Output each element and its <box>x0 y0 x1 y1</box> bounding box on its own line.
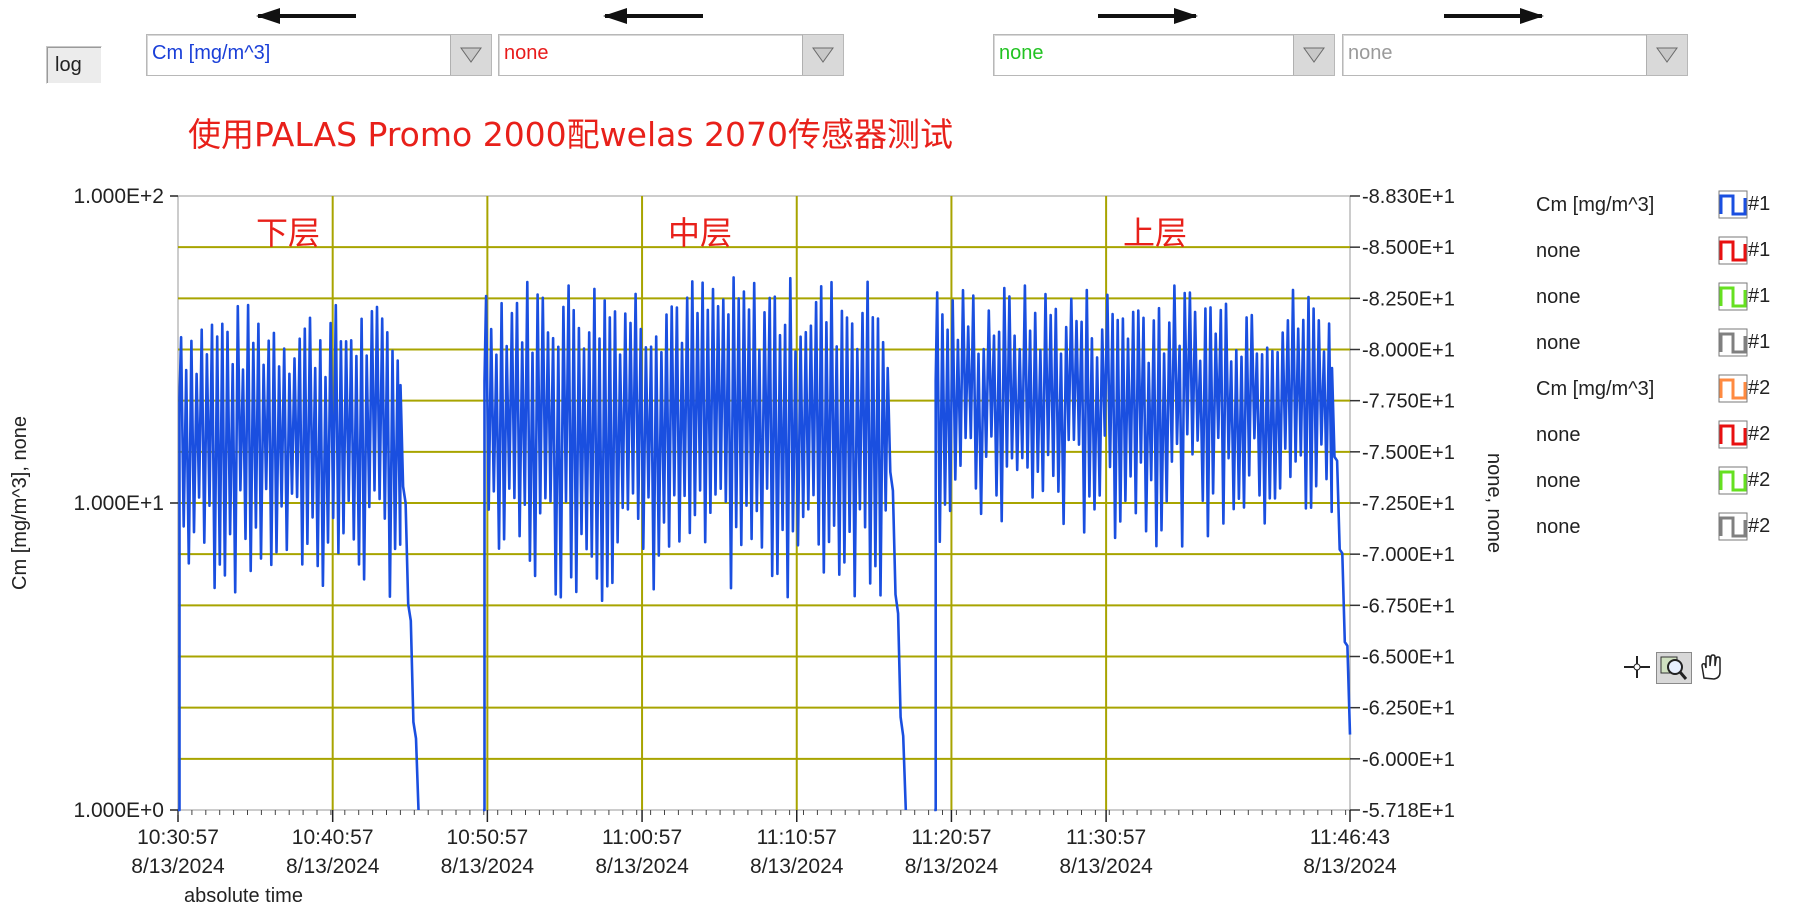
y2-tick-label: -5.718E+1 <box>1362 800 1455 822</box>
combo-value: none <box>504 42 549 64</box>
x-tick-time: 10:50:57 <box>446 826 528 849</box>
pan-hand-icon[interactable] <box>1694 652 1728 682</box>
legend-label: none <box>1536 424 1581 446</box>
legend-label: Cm [mg/m^3] <box>1536 378 1655 400</box>
legend-plot-suffix: #2 <box>1748 377 1771 399</box>
legend-label: none <box>1536 240 1581 262</box>
combo-value: Cm [mg/m^3] <box>152 42 271 64</box>
legend-label: Cm [mg/m^3] <box>1536 194 1655 216</box>
combo-value: none <box>999 42 1044 64</box>
x-tick-time: 11:30:57 <box>1066 826 1146 849</box>
x-tick-time: 11:00:57 <box>602 826 682 849</box>
y2-tick-label: -7.250E+1 <box>1362 493 1455 515</box>
legend-plot-style-button[interactable]: #2 <box>1718 374 1771 404</box>
arrow-left-icon <box>256 8 280 24</box>
y2-tick-label: -7.750E+1 <box>1362 391 1455 413</box>
y3-series-select[interactable]: none <box>993 34 1335 76</box>
x-tick-time: 10:40:57 <box>292 826 374 849</box>
y2-axis-label: none, none <box>1483 453 1505 553</box>
arrow-right-icon <box>1174 8 1198 24</box>
zone-label: 下层 <box>256 214 320 252</box>
arrow-left-icon <box>603 8 627 24</box>
legend-plot-suffix: #2 <box>1748 469 1771 491</box>
y-axis-label: Cm [mg/m^3], none <box>9 416 31 590</box>
x-axis-label: absolute time <box>184 885 303 907</box>
direction-arrows <box>256 8 1544 24</box>
y2-tick-label: -8.000E+1 <box>1362 340 1455 362</box>
y-tick-label: 1.000E+0 <box>73 799 164 822</box>
zone-label: 上层 <box>1123 214 1187 252</box>
y-tick-label: 1.000E+2 <box>73 185 164 208</box>
y1-series-select[interactable]: Cm [mg/m^3] <box>146 34 492 76</box>
legend-plot-style-button[interactable]: #2 <box>1718 420 1771 450</box>
combo-value: none <box>1348 42 1393 64</box>
y2-tick-label: -8.830E+1 <box>1362 186 1455 208</box>
x-tick-date: 8/13/2024 <box>441 855 535 878</box>
x-tick-time: 11:10:57 <box>757 826 837 849</box>
zoom-icon[interactable] <box>1656 652 1692 684</box>
chart-title: 使用PALAS Promo 2000配welas 2070传感器测试 <box>188 115 954 154</box>
crosshair-icon[interactable] <box>1620 652 1654 682</box>
y2-tick-label: -7.500E+1 <box>1362 442 1455 464</box>
y2-tick-label: -6.000E+1 <box>1362 749 1455 771</box>
x-tick-date: 8/13/2024 <box>905 855 999 878</box>
legend-label: none <box>1536 332 1581 354</box>
y2-tick-label: -8.500E+1 <box>1362 237 1455 259</box>
legend-plot-style-button[interactable]: #1 <box>1718 236 1771 266</box>
y2-tick-label: -6.250E+1 <box>1362 698 1455 720</box>
y4-series-select[interactable]: none <box>1342 34 1688 76</box>
x-tick-date: 8/13/2024 <box>595 855 689 878</box>
chevron-down-icon[interactable] <box>802 35 843 75</box>
time-series-chart: -8.830E+1 -8.500E+1 -8.250E+1 -8.000E+1 -7.7… <box>9 185 1505 907</box>
y2-tick-label: -6.750E+1 <box>1362 595 1455 617</box>
x-tick-date: 8/13/2024 <box>286 855 380 878</box>
log-scale-button[interactable]: log <box>46 46 102 84</box>
zone-label: 中层 <box>668 214 732 252</box>
chevron-down-icon[interactable] <box>1293 35 1334 75</box>
legend-plot-style-button[interactable]: #2 <box>1718 466 1771 496</box>
legend-plot-suffix: #1 <box>1748 285 1771 307</box>
legend-plot-style-button[interactable]: #2 <box>1718 512 1771 542</box>
legend-plot-style-button[interactable]: #1 <box>1718 190 1771 220</box>
chevron-down-icon[interactable] <box>1646 35 1687 75</box>
legend-plot-style-button[interactable]: #1 <box>1718 282 1771 312</box>
arrow-right-icon <box>1520 8 1544 24</box>
y2-tick-label: -8.250E+1 <box>1362 288 1455 310</box>
y2-series-select[interactable]: none <box>498 34 844 76</box>
chevron-down-icon[interactable] <box>450 35 491 75</box>
x-tick-date: 8/13/2024 <box>750 855 844 878</box>
legend-plot-suffix: #1 <box>1748 193 1771 215</box>
legend-label: none <box>1536 470 1581 492</box>
x-tick-date: 8/13/2024 <box>1059 855 1153 878</box>
legend-plot-suffix: #1 <box>1748 239 1771 261</box>
legend-plot-suffix: #1 <box>1748 331 1771 353</box>
legend-plot-style-button[interactable]: #1 <box>1718 328 1771 358</box>
y2-tick-label: -6.500E+1 <box>1362 647 1455 669</box>
x-tick-date: 8/13/2024 <box>131 855 225 878</box>
legend-label: none <box>1536 286 1581 308</box>
x-tick-time: 10:30:57 <box>137 826 219 849</box>
y-tick-label: 1.000E+1 <box>73 492 164 515</box>
legend-label: none <box>1536 516 1581 538</box>
x-tick-time: 11:20:57 <box>911 826 991 849</box>
x-tick-time: 11:46:43 <box>1310 826 1390 849</box>
x-tick-date: 8/13/2024 <box>1303 855 1397 878</box>
legend-plot-suffix: #2 <box>1748 423 1771 445</box>
y2-tick-label: -7.000E+1 <box>1362 544 1455 566</box>
legend-plot-suffix: #2 <box>1748 515 1771 537</box>
